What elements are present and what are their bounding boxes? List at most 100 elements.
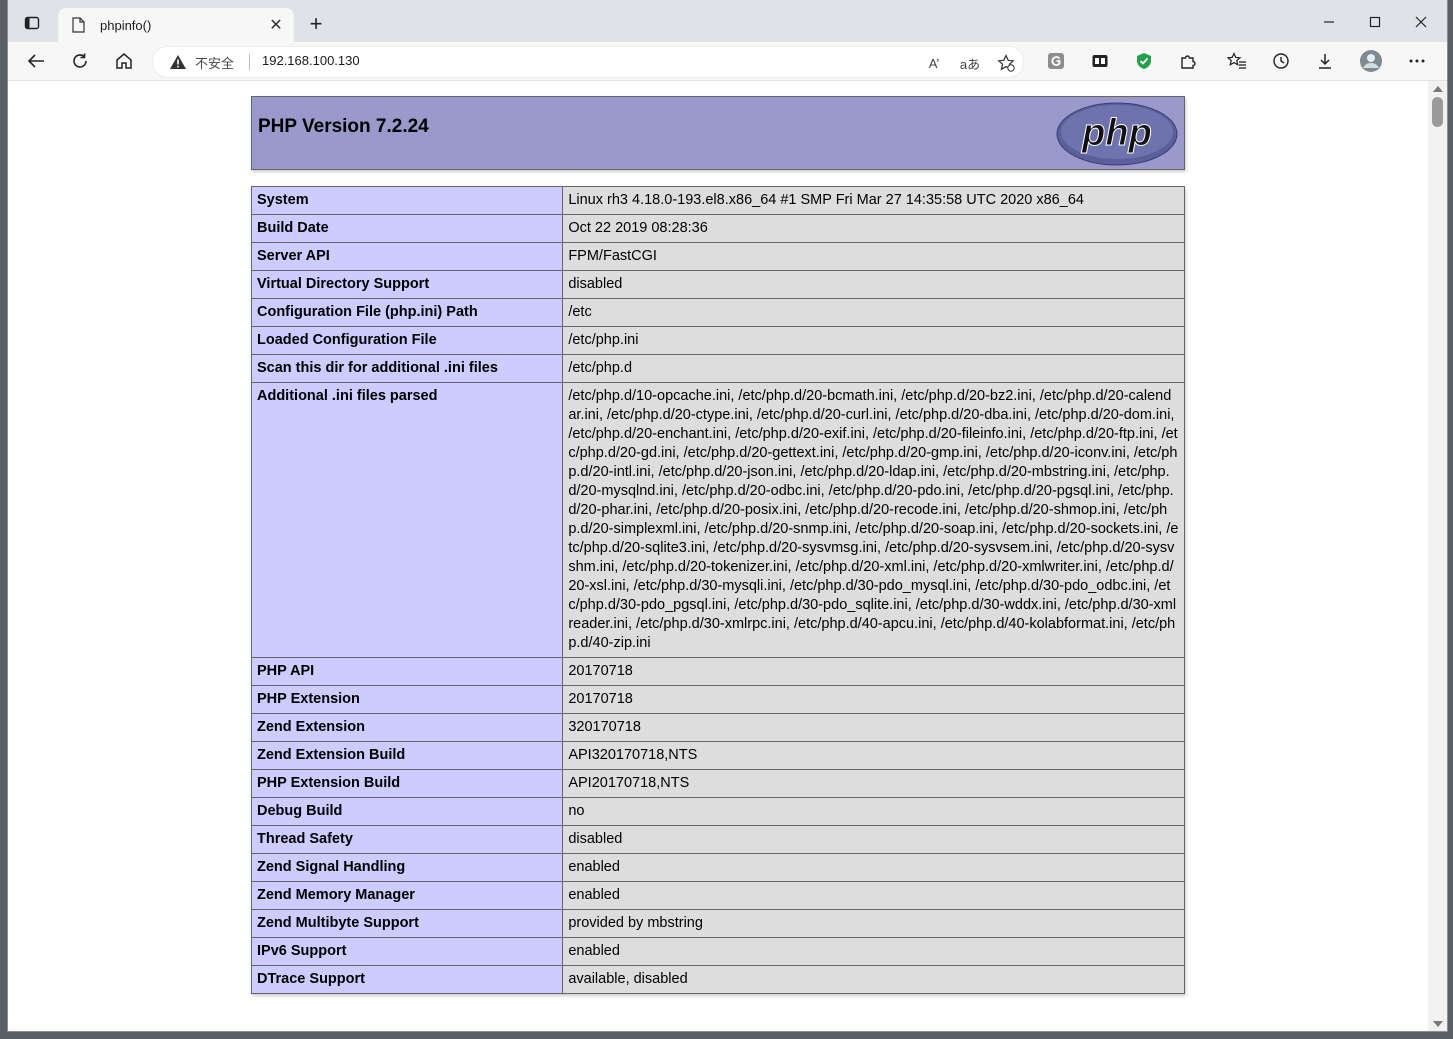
favorites-icon[interactable] [1222,46,1252,76]
scroll-thumb[interactable] [1432,97,1443,127]
info-value: /etc/php.d [562,354,1185,383]
info-key: PHP API [250,657,564,686]
info-key: Build Date [250,214,564,243]
url-text[interactable]: 192.168.100.130 [262,53,360,68]
table-row: Zend Extension Build API320170718,NTS [250,741,1185,770]
info-key: Server API [250,242,564,271]
tab-actions-icon[interactable] [18,9,46,37]
info-value: available, disabled [562,965,1185,994]
info-value: disabled [562,825,1185,854]
info-value: enabled [562,881,1185,910]
table-row: Loaded Configuration File/etc/php.ini [250,326,1185,355]
scroll-up-arrow-icon[interactable] [1433,86,1443,92]
info-key: Zend Signal Handling [250,853,564,882]
info-value: 20170718 [562,685,1185,714]
info-value: FPM/FastCGI [562,242,1185,271]
table-row: Virtual Directory Support disabled [250,270,1185,299]
info-key: IPv6 Support [250,937,564,966]
table-row: Zend Multibyte Support provided by mbstri… [250,909,1185,938]
page-icon [72,16,88,34]
info-value: 320170718 [562,713,1185,742]
downloads-icon[interactable] [1310,46,1340,76]
table-row: Scan this dir for additional .ini files /… [250,354,1185,383]
info-key: Loaded Configuration File [250,326,564,355]
info-key: Additional .ini files parsed [250,382,564,658]
back-icon[interactable] [21,46,51,76]
home-icon[interactable] [109,46,139,76]
table-row: PHP API 20170718 [250,657,1185,686]
page-viewport: PHP Version 7.2.24 php System Linux rh3 4… [8,81,1428,1031]
tab-title: phpinfo() [100,17,152,33]
phpinfo-container: PHP Version 7.2.24 php System Linux rh3 4… [250,96,1185,994]
new-tab-icon[interactable]: + [304,11,328,36]
info-key: Zend Extension [250,713,564,742]
table-row: PHP Extension 20170718 [250,685,1185,714]
table-row: Server API FPM/FastCGI [250,242,1185,271]
info-key: Scan this dir for additional .ini files [250,354,564,383]
php-info-table: System Linux rh3 4.18.0-193.el8.x86_64 #1… [250,186,1185,994]
info-value: enabled [562,937,1185,966]
table-row: Zend Extension 320170718 [250,713,1185,742]
maximize-icon[interactable] [1352,8,1398,36]
read-aloud-icon[interactable]: A’ [923,52,945,74]
tab-close-icon[interactable]: ✕ [266,15,286,35]
info-key: Zend Multibyte Support [250,909,564,938]
more-menu-icon[interactable] [1402,46,1432,76]
info-value: no [562,797,1185,826]
translate-icon[interactable]: aあ [959,52,981,74]
close-window-icon[interactable] [1398,8,1444,36]
php-version-header: PHP Version 7.2.24 php [251,96,1185,170]
table-row: Zend Signal Handling enabled [250,853,1185,882]
info-value: /etc/php.d/10-opcache.ini, /etc/php.d/20… [562,382,1185,658]
address-bar[interactable]: 不安全 192.168.100.130 A’ aあ [152,46,1024,78]
scroll-down-arrow-icon[interactable] [1433,1021,1443,1027]
table-row: System Linux rh3 4.18.0-193.el8.x86_64 #1… [250,186,1185,215]
add-favorite-icon[interactable] [995,52,1017,74]
warning-icon[interactable] [169,53,187,71]
info-value: disabled [562,270,1185,299]
history-icon[interactable] [1266,46,1296,76]
info-key: Zend Extension Build [250,741,564,770]
php-version-title: PHP Version 7.2.24 [258,116,429,137]
extensions-puzzle-icon[interactable] [1173,46,1203,76]
table-row: DTrace Support available, disabled [250,965,1185,994]
profile-avatar-icon[interactable] [1356,46,1386,76]
php-logo-text: php [1081,112,1152,154]
browser-toolbar: 不安全 192.168.100.130 A’ aあ [8,42,1447,81]
info-value: provided by mbstring [562,909,1185,938]
page-scrollbar[interactable] [1428,81,1447,1031]
refresh-icon[interactable] [65,46,95,76]
php-logo-icon[interactable]: php [1056,102,1178,166]
address-separator [249,54,250,70]
info-value: enabled [562,853,1185,882]
info-key: PHP Extension Build [250,769,564,798]
info-key: System [250,186,564,215]
table-row: Thread Safety disabled [250,825,1185,854]
table-row: Configuration File (php.ini) Path/etc [250,298,1185,327]
table-row: Debug Build no [250,797,1185,826]
info-value: Linux rh3 4.18.0-193.el8.x86_64 #1 SMP F… [562,186,1185,215]
info-value: API20170718,NTS [562,769,1185,798]
table-row: IPv6 Support enabled [250,937,1185,966]
info-value: API320170718,NTS [562,741,1185,770]
minimize-icon[interactable] [1306,8,1352,36]
info-key: Thread Safety [250,825,564,854]
info-key: Configuration File (php.ini) Path [250,298,564,327]
info-key: Zend Memory Manager [250,881,564,910]
info-value: Oct 22 2019 08:28:36 [562,214,1185,243]
table-row: Zend Memory Manager enabled [250,881,1185,910]
info-key: Virtual Directory Support [250,270,564,299]
info-value: /etc/php.ini [562,326,1185,355]
info-key: PHP Extension [250,685,564,714]
extension-panel-icon[interactable] [1085,46,1115,76]
tab-phpinfo[interactable]: phpinfo() ✕ [58,8,294,42]
security-status-label[interactable]: 不安全 [195,53,234,72]
tab-strip: phpinfo() ✕ + [8,0,1447,42]
extension-g-icon[interactable] [1041,46,1071,76]
table-row: Additional .ini files parsed/etc/php.d/1… [250,382,1185,658]
info-value: 20170718 [562,657,1185,686]
info-value: /etc [562,298,1185,327]
info-key: DTrace Support [250,965,564,994]
shield-icon[interactable] [1129,46,1159,76]
table-row: PHP Extension Build API20170718,NTS [250,769,1185,798]
